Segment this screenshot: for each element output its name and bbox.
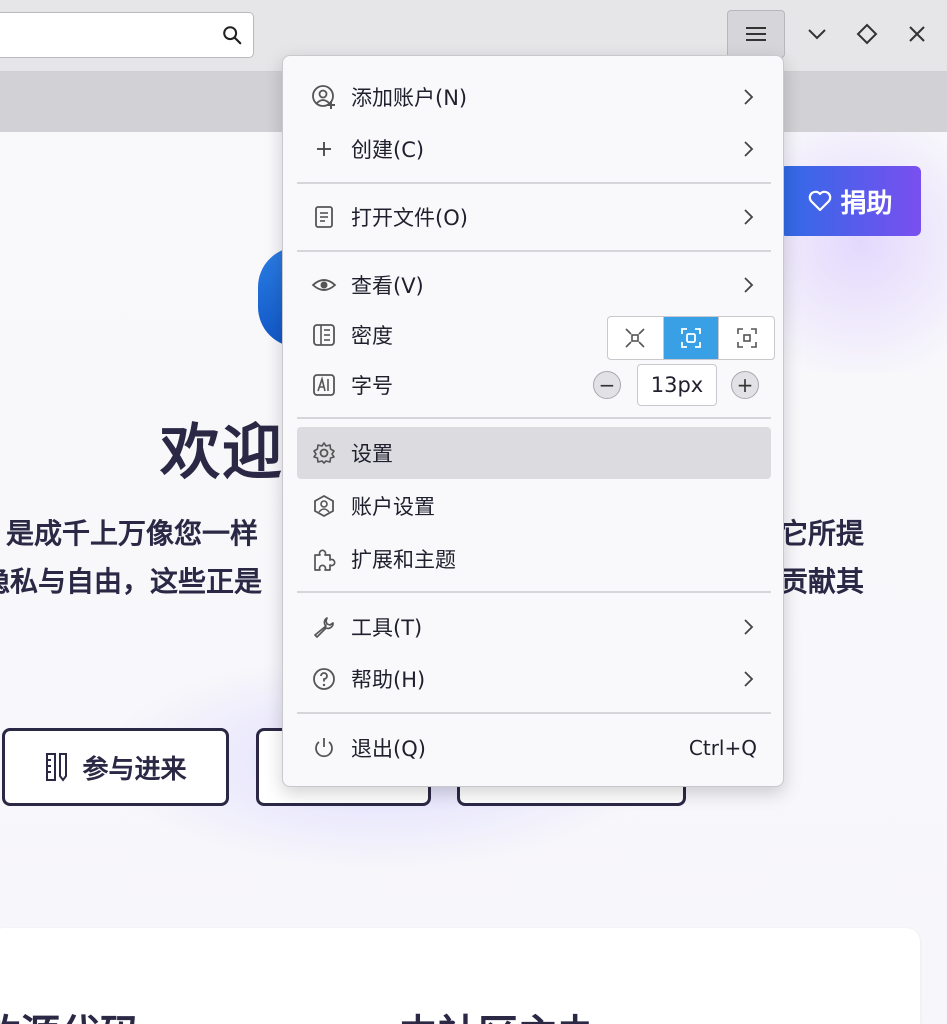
app-menu-button[interactable]	[727, 10, 785, 58]
menu-item-label: 创建(C)	[351, 138, 425, 162]
description-line: 它所提	[780, 517, 865, 550]
menu-item-label: 设置	[351, 442, 393, 466]
heart-icon	[809, 190, 832, 212]
search-input[interactable]	[0, 12, 254, 58]
expand-icon	[736, 328, 757, 348]
close-button[interactable]	[903, 20, 931, 48]
menu-item-label: 添加账户(N)	[351, 86, 468, 110]
file-icon	[311, 204, 337, 230]
participate-label: 参与进来	[82, 754, 187, 785]
menu-separator	[297, 591, 771, 593]
menu-item-settings[interactable]: 设置	[297, 427, 771, 479]
description-line: 隐私与自由，这些正是	[0, 565, 263, 598]
account-icon	[311, 493, 337, 519]
menu-separator	[297, 712, 771, 714]
chevron-right-icon	[744, 277, 754, 293]
menu-item-view[interactable]: 查看(V)	[297, 259, 771, 311]
gear-icon	[311, 440, 337, 466]
wrench-icon	[311, 614, 337, 640]
menu-item-label: 打开文件(O)	[351, 206, 468, 230]
plus-icon	[311, 136, 337, 162]
menu-separator	[297, 182, 771, 184]
menu-item-quit[interactable]: 退出(Q) Ctrl+Q	[297, 722, 771, 774]
welcome-heading: 欢迎	[160, 418, 284, 488]
menu-item-label: 账户设置	[351, 495, 435, 519]
density-default-button[interactable]	[663, 317, 720, 359]
menu-item-label: 字号	[351, 374, 393, 398]
font-size-decrease-button[interactable]: −	[593, 371, 621, 399]
help-icon	[311, 666, 337, 692]
description-line: 是成千上万像您一样	[6, 517, 259, 550]
chevron-right-icon	[744, 209, 754, 225]
menu-separator	[297, 250, 771, 252]
menu-item-label: 扩展和主题	[351, 548, 456, 572]
puzzle-icon	[311, 546, 337, 572]
donate-button[interactable]: 捐助	[780, 166, 921, 236]
menu-item-density: 密度	[297, 309, 775, 361]
menu-separator	[297, 417, 771, 419]
menu-item-label: 退出(Q)	[351, 737, 426, 761]
menu-item-tools[interactable]: 工具(T)	[297, 601, 771, 653]
focus-icon	[681, 328, 701, 348]
maximize-button[interactable]	[853, 20, 881, 48]
chevron-down-icon	[808, 29, 826, 40]
font-size-increase-button[interactable]: +	[731, 371, 759, 399]
menu-item-label: 查看(V)	[351, 274, 424, 298]
chevron-right-icon	[744, 671, 754, 687]
add-account-icon	[311, 84, 337, 110]
menu-item-create[interactable]: 创建(C)	[297, 123, 771, 175]
menu-item-label: 工具(T)	[351, 616, 423, 640]
menu-item-addons[interactable]: 扩展和主题	[297, 533, 771, 585]
menu-item-account-settings[interactable]: 账户设置	[297, 480, 771, 532]
chevron-right-icon	[744, 141, 754, 157]
menu-item-help[interactable]: 帮助(H)	[297, 653, 771, 705]
minimize-button[interactable]	[803, 20, 831, 48]
donate-label: 捐助	[840, 188, 893, 219]
menu-item-label: 密度	[351, 324, 393, 348]
chevron-right-icon	[744, 89, 754, 105]
density-icon	[311, 322, 337, 348]
participate-button[interactable]: 参与进来	[2, 728, 229, 806]
shortcut-label: Ctrl+Q	[688, 736, 757, 760]
search-icon[interactable]	[221, 24, 243, 46]
pencil-ruler-icon	[46, 753, 68, 782]
density-compact-button[interactable]	[608, 317, 664, 359]
eye-icon	[311, 272, 337, 298]
density-relaxed-button[interactable]	[719, 317, 774, 359]
font-size-icon	[311, 372, 337, 398]
menu-item-label: 帮助(H)	[351, 668, 426, 692]
compress-icon	[625, 328, 645, 348]
menu-item-open-file[interactable]: 打开文件(O)	[297, 191, 771, 243]
description-line: 贡献其	[780, 565, 865, 598]
menu-item-font-size: 字号 − 13px +	[297, 359, 771, 411]
diamond-icon	[856, 23, 878, 45]
card-heading: 放源代码	[0, 1002, 140, 1024]
power-icon	[311, 735, 337, 761]
hamburger-menu-icon	[746, 27, 766, 41]
menu-item-add-account[interactable]: 添加账户(N)	[297, 71, 771, 123]
close-icon	[909, 26, 925, 42]
font-size-value[interactable]: 13px	[637, 364, 717, 406]
app-menu: 添加账户(N) 创建(C) 打开文件(O) 查看(V) 密度 字号 − 13px…	[282, 55, 784, 787]
chevron-right-icon	[744, 619, 754, 635]
density-selector	[607, 316, 775, 360]
card-heading: 由社区主办	[398, 1002, 598, 1024]
